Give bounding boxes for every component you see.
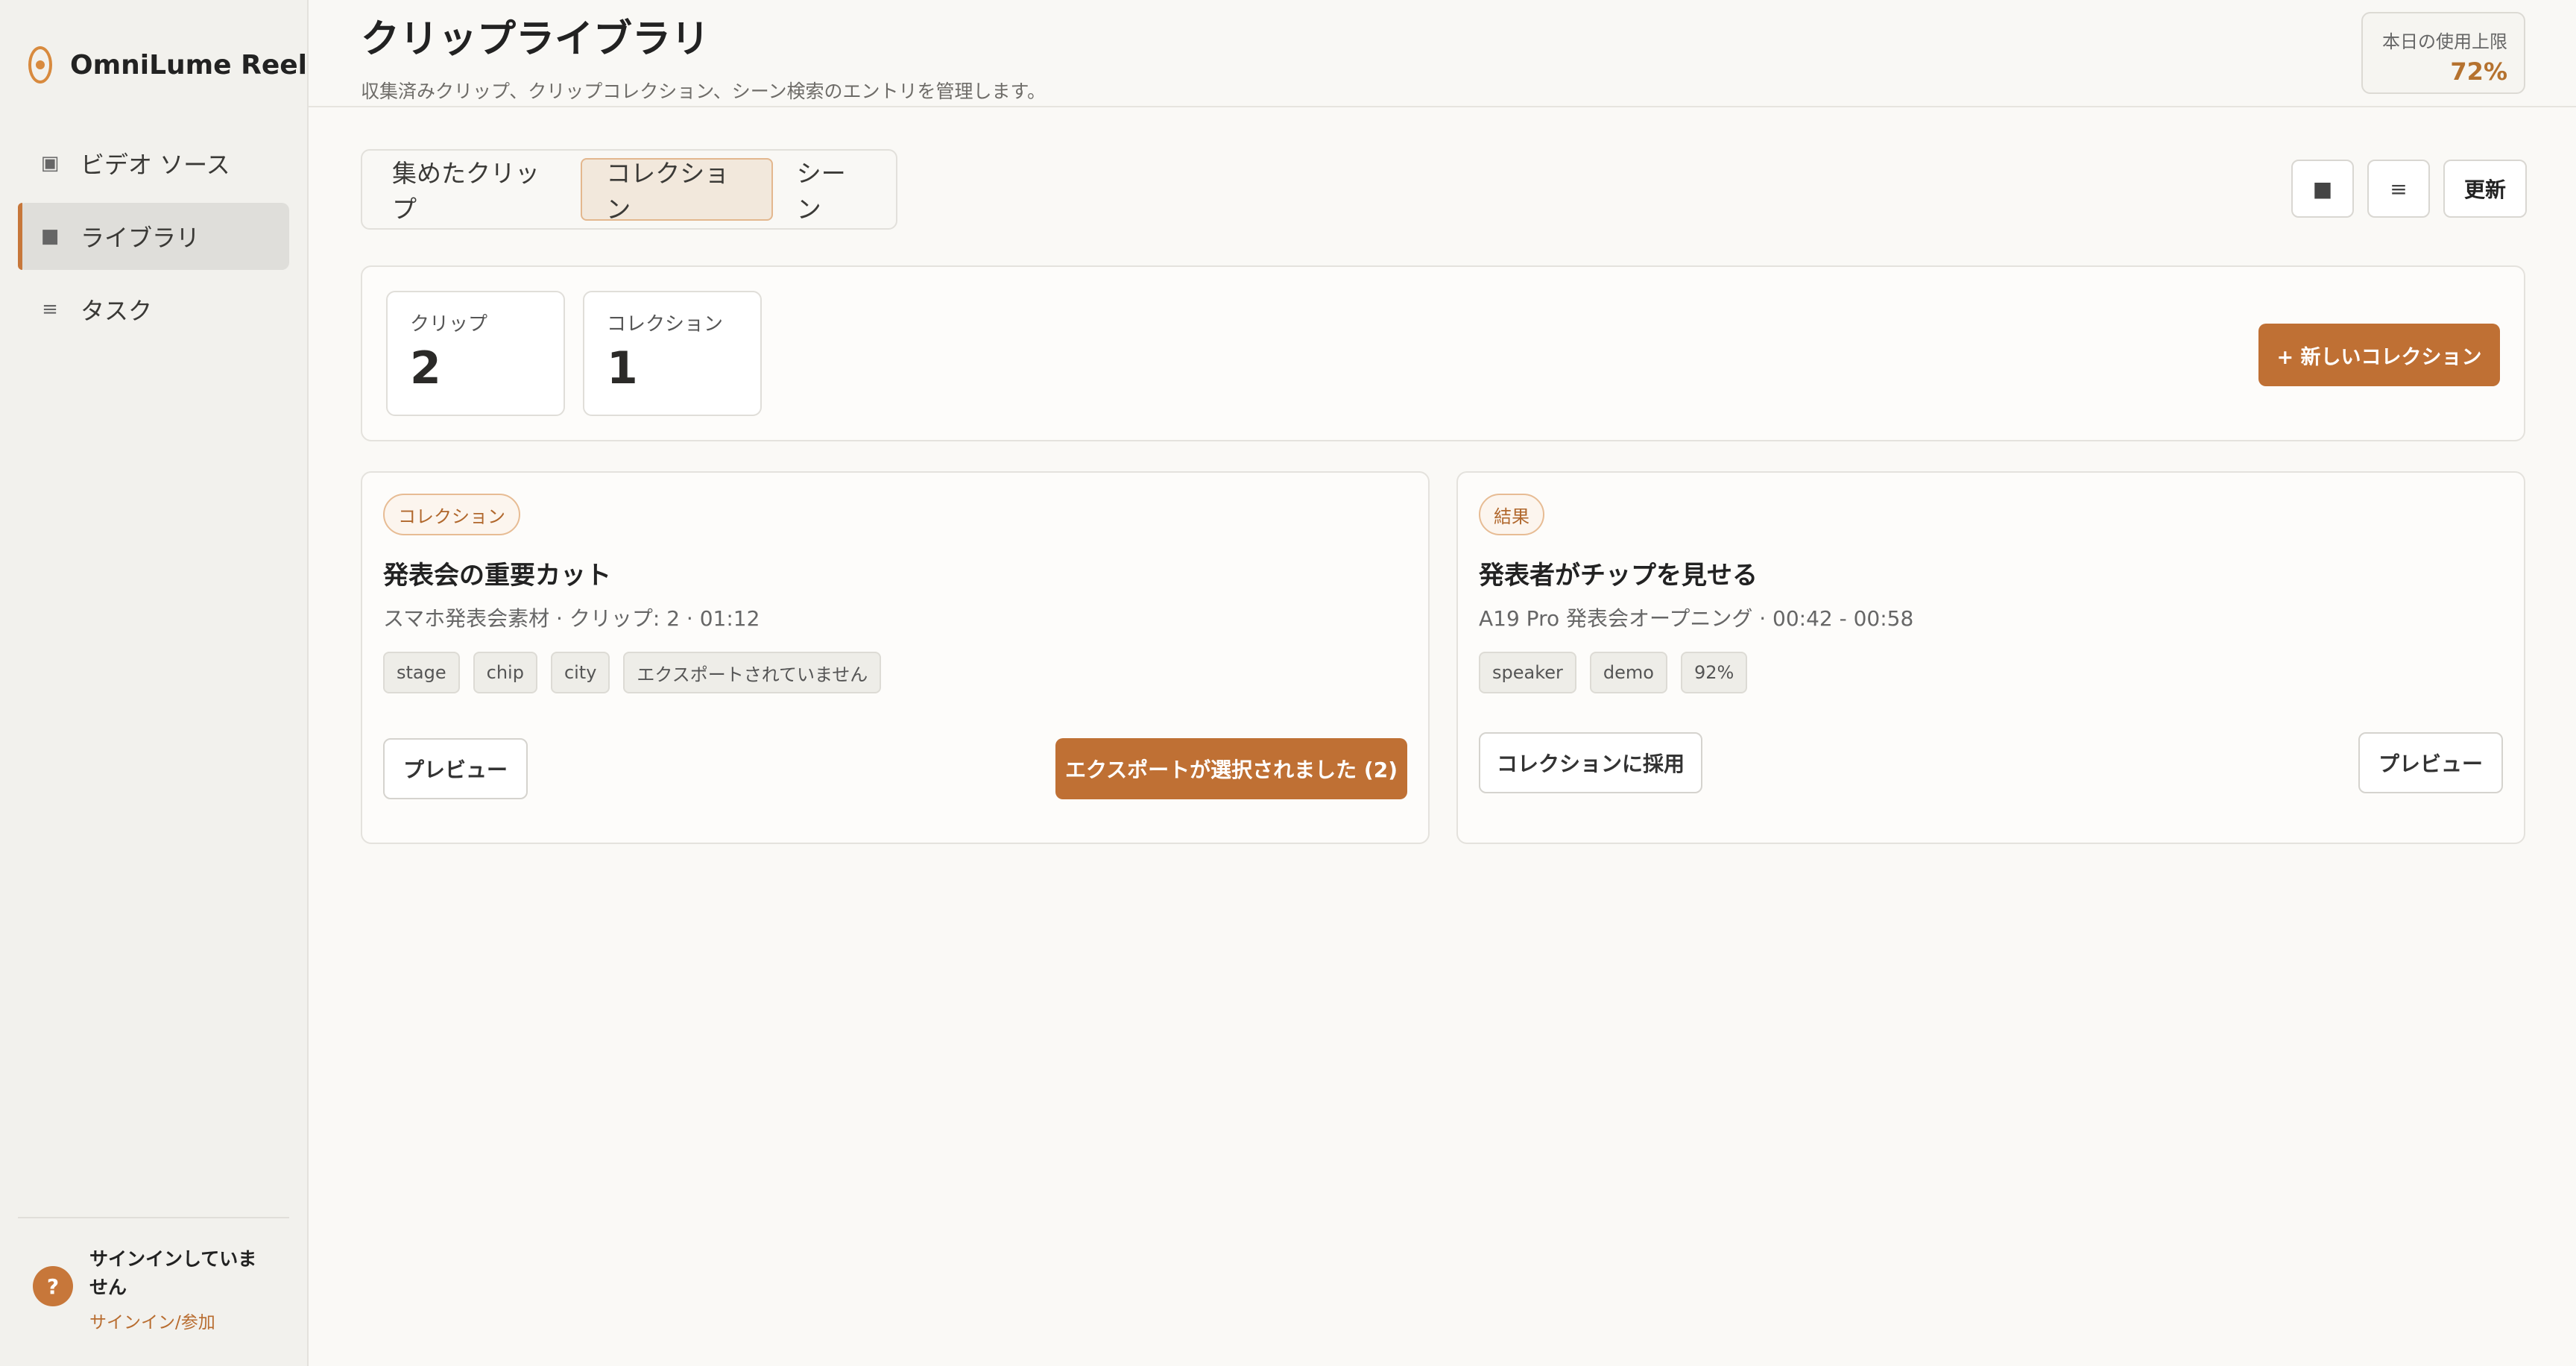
usage-indicator: 本日の使用上限 72%	[2361, 12, 2525, 94]
sidebar-item-label: タスク	[80, 297, 153, 325]
brand: OmniLume Reel	[0, 0, 307, 100]
tag-chip: speaker	[1479, 652, 1576, 693]
list-view-button[interactable]: ≡	[2367, 160, 2430, 218]
list-icon: ≡	[2390, 176, 2408, 201]
card-title: 発表会の重要カット	[383, 561, 611, 591]
tag-list: stage chip city エクスポートされていません	[383, 652, 882, 693]
library-tabs: 集めたクリップ コレクション シーン	[361, 149, 897, 230]
refresh-button[interactable]: 更新	[2443, 160, 2527, 218]
help-icon[interactable]: ?	[33, 1266, 73, 1306]
tab-scenes[interactable]: シーン	[773, 158, 890, 224]
sidebar: OmniLume Reel ▣ ビデオ ソース ■ ライブラリ ≡ タスク ? …	[0, 0, 309, 1366]
preview-button[interactable]: プレビュー	[2358, 732, 2503, 793]
account-footer: ? サインインしていません サインイン/参加	[18, 1217, 289, 1366]
export-selected-button[interactable]: エクスポートが選択されました (2)	[1055, 738, 1407, 799]
tasks-icon: ≡	[42, 298, 58, 321]
tag-chip: demo	[1589, 652, 1667, 693]
sidebar-item-video-sources[interactable]: ▣ ビデオ ソース	[18, 130, 289, 197]
usage-value: 72%	[2450, 57, 2507, 86]
card-badge: コレクション	[383, 494, 520, 535]
header: クリップライブラリ 収集済みクリップ、クリップコレクション、シーン検索のエントリ…	[309, 0, 2576, 107]
sidebar-nav: ▣ ビデオ ソース ■ ライブラリ ≡ タスク	[0, 130, 307, 343]
page-subtitle: 収集済みクリップ、クリップコレクション、シーン検索のエントリを管理します。	[361, 81, 1046, 102]
signin-link[interactable]: サインイン/参加	[89, 1308, 268, 1333]
app-name: OmniLume Reel	[70, 49, 308, 81]
grid-icon: ■	[2312, 176, 2333, 201]
tab-collected-clips[interactable]: 集めたクリップ	[368, 158, 581, 224]
preview-button[interactable]: プレビュー	[383, 738, 528, 799]
tag-chip: chip	[473, 652, 537, 693]
tab-collections[interactable]: コレクション	[581, 158, 773, 224]
card-meta: A19 Pro 発表会オープニング · 00:42 - 00:58	[1479, 606, 1914, 631]
video-source-icon: ▣	[40, 152, 60, 174]
collections-stat-value: 1	[607, 342, 638, 394]
page-title: クリップライブラリ	[361, 17, 710, 62]
grid-view-button[interactable]: ■	[2291, 160, 2354, 218]
add-to-collection-button[interactable]: コレクションに採用	[1479, 732, 1702, 793]
tag-chip: stage	[383, 652, 460, 693]
export-status-chip: エクスポートされていません	[623, 652, 882, 693]
new-collection-button[interactable]: + 新しいコレクション	[2258, 324, 2500, 386]
sidebar-item-label: ライブラリ	[80, 224, 201, 252]
collection-card: コレクション 発表会の重要カット スマホ発表会素材 · クリップ: 2 · 01…	[361, 471, 1430, 844]
collections-stat: コレクション 1	[583, 291, 762, 416]
stats-panel: クリップ 2 コレクション 1 + 新しいコレクション	[361, 265, 2525, 441]
sidebar-item-label: ビデオ ソース	[80, 151, 230, 179]
signin-status: サインインしていません	[89, 1248, 257, 1298]
tag-chip: city	[550, 652, 610, 693]
sidebar-item-library[interactable]: ■ ライブラリ	[18, 203, 289, 270]
collections-stat-label: コレクション	[607, 313, 724, 336]
card-meta: スマホ発表会素材 · クリップ: 2 · 01:12	[383, 606, 760, 631]
card-title: 発表者がチップを見せる	[1479, 561, 1758, 591]
main-content: クリップライブラリ 収集済みクリップ、クリップコレクション、シーン検索のエントリ…	[309, 0, 2576, 1366]
sidebar-item-tasks[interactable]: ≡ タスク	[18, 276, 289, 343]
result-card: 結果 発表者がチップを見せる A19 Pro 発表会オープニング · 00:42…	[1456, 471, 2525, 844]
clips-stat-value: 2	[410, 342, 441, 394]
usage-label: 本日の使用上限	[2382, 31, 2507, 52]
library-icon: ■	[40, 225, 60, 248]
app-root: OmniLume Reel ▣ ビデオ ソース ■ ライブラリ ≡ タスク ? …	[0, 0, 2576, 1366]
tag-list: speaker demo 92%	[1479, 652, 1748, 693]
card-badge: 結果	[1479, 494, 1544, 535]
clips-stat: クリップ 2	[386, 291, 565, 416]
score-chip: 92%	[1680, 652, 1748, 693]
logo-icon	[28, 46, 52, 84]
clips-stat-label: クリップ	[410, 313, 488, 336]
